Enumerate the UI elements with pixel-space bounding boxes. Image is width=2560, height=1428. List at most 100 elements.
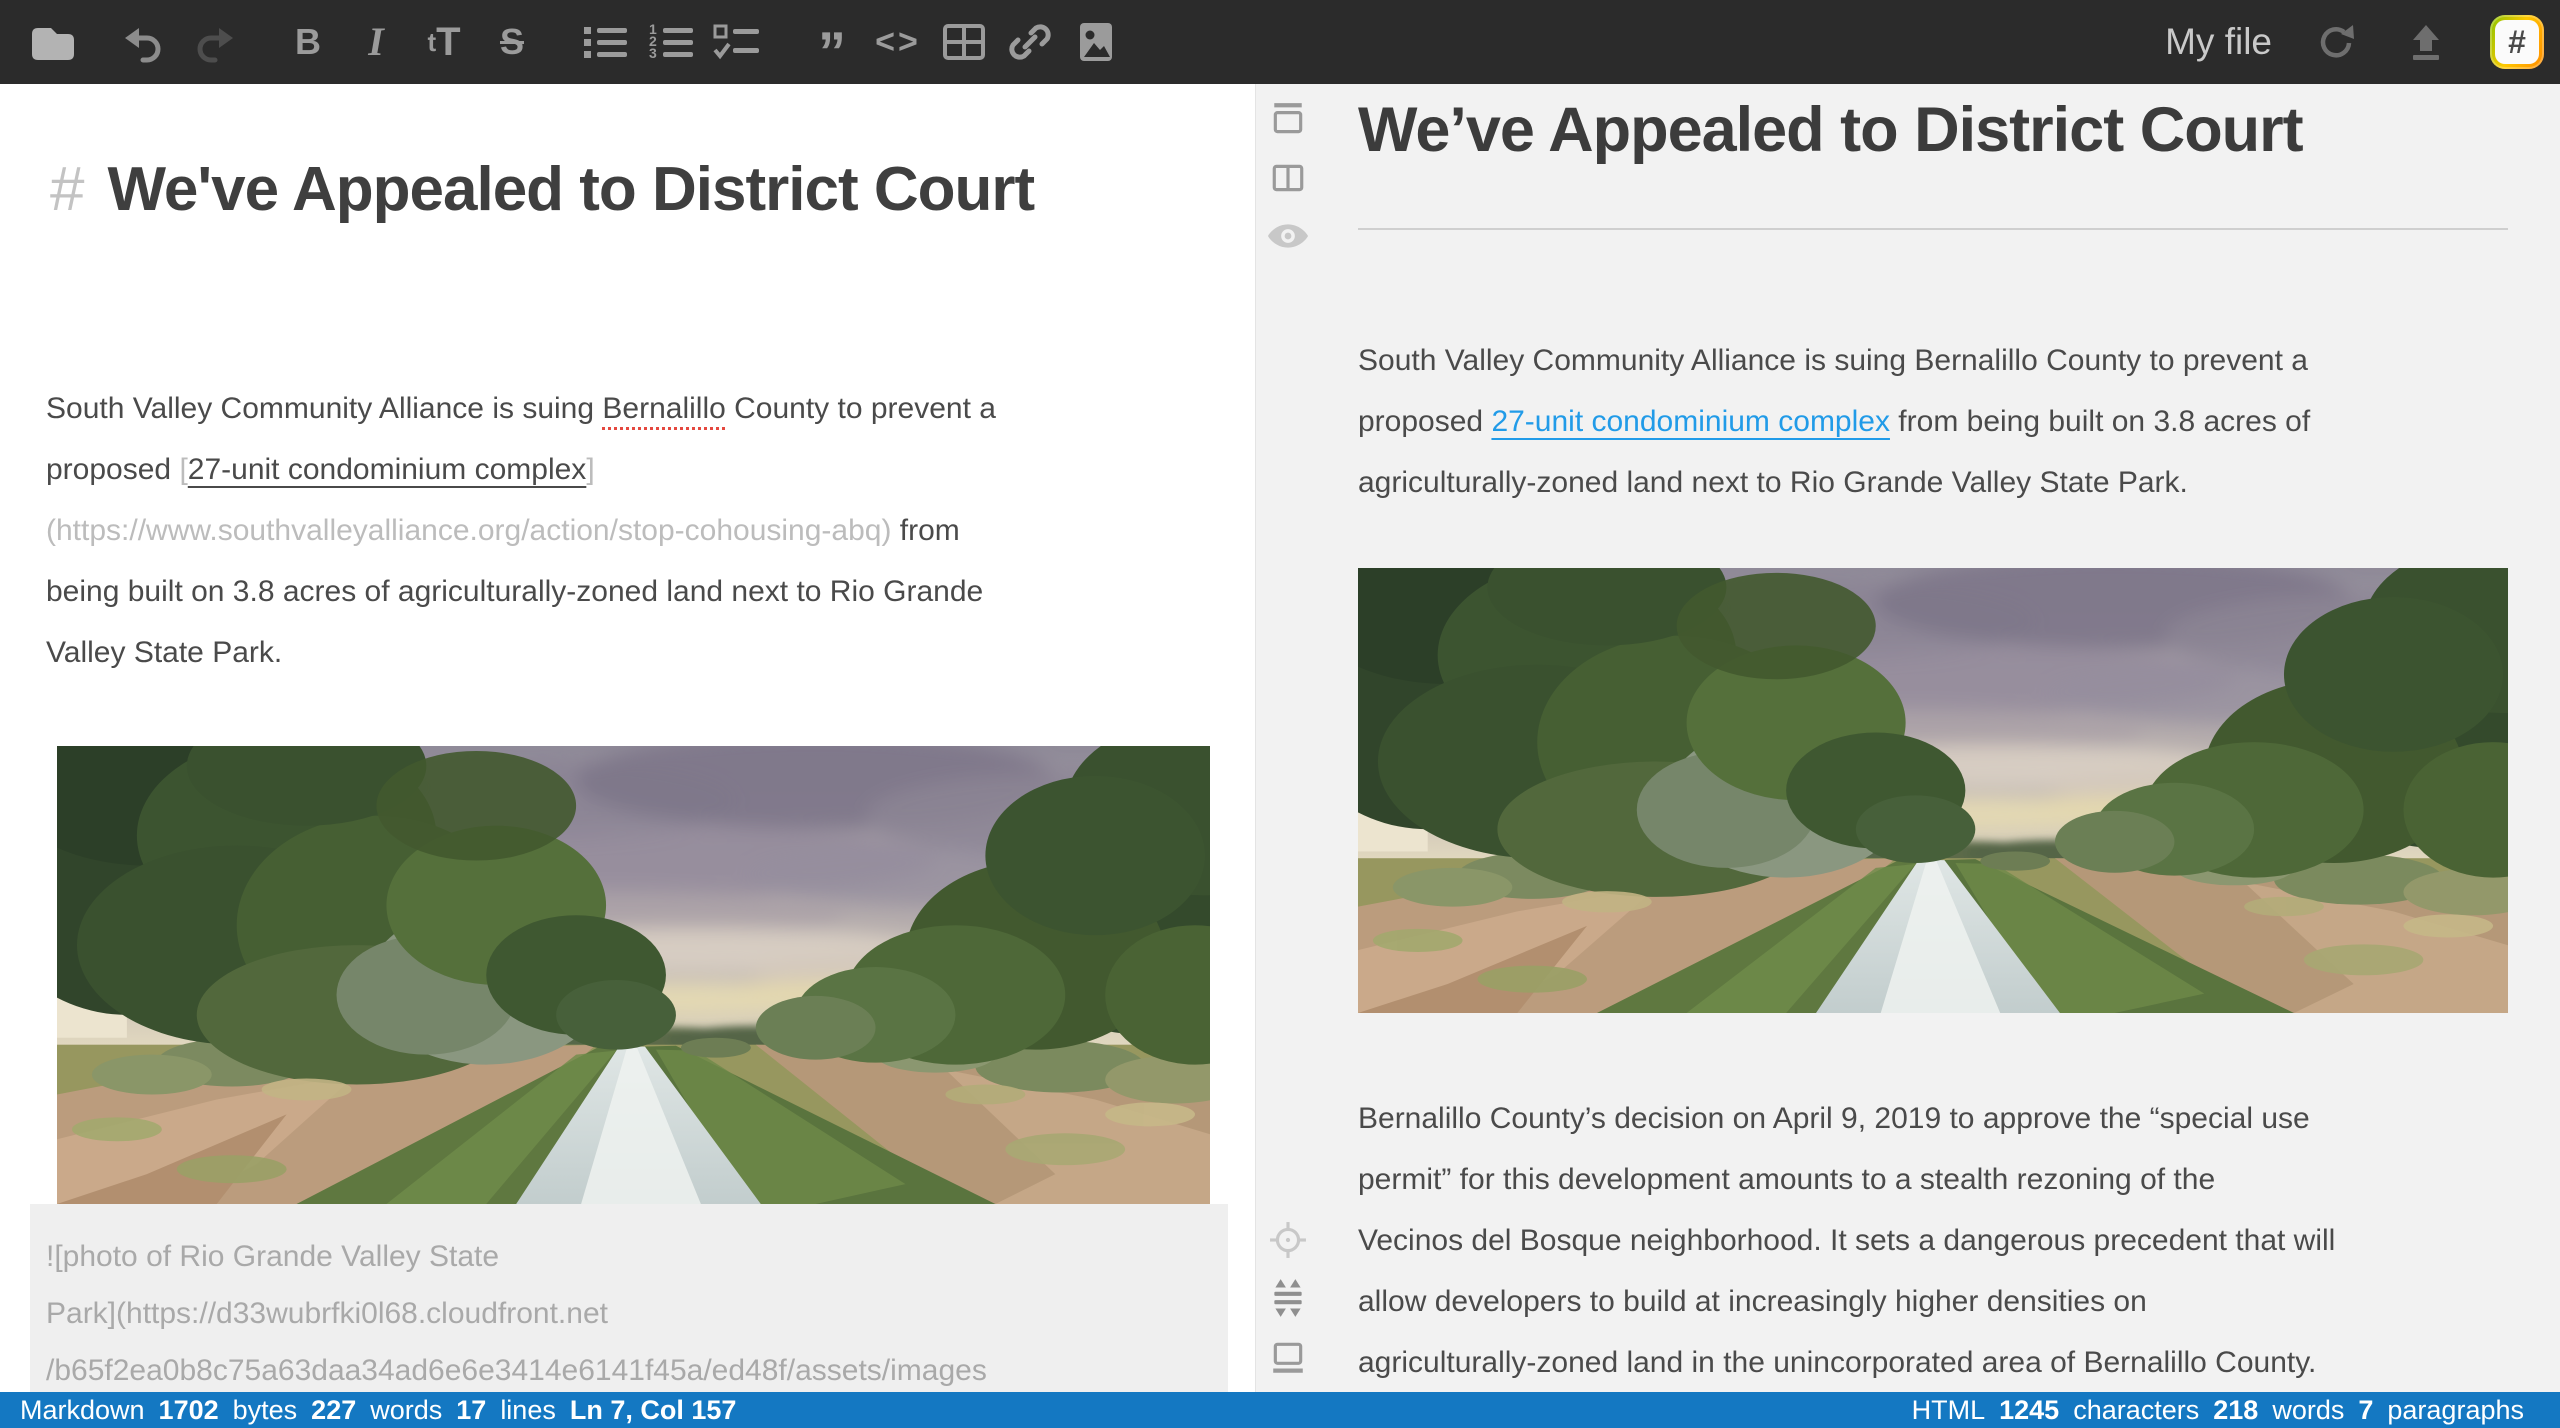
text-line: South Valley Community Alliance is suing… [1358,330,2310,391]
editor-toolbar: B I tT S 1 2 3 [0,0,2560,84]
text-line: proposed 27-unit condominium complex fro… [1358,391,2310,452]
text-segment: Bernalillo [602,392,725,425]
status-item: lines [500,1395,556,1426]
text-line: Valley State Park. [46,622,996,683]
table-button[interactable] [938,10,990,74]
sync-icon [2313,19,2359,65]
text-segment: (https://www.southvalleyalliance.org/act… [46,514,891,547]
navigation-bar-toggle-button[interactable] [1266,98,1310,142]
strikethrough-button[interactable]: S [486,10,538,74]
preview-visibility-button[interactable] [1266,214,1310,258]
code-icon: <> [875,25,921,59]
heading-icon: T [436,22,460,62]
editor-image-markdown-highlight: ![photo of Rio Grande Valley StatePark](… [30,1204,1228,1392]
markdown-stats: Markdown1702bytes227words17linesLn 7, Co… [0,1395,1255,1426]
editor-heading: #We've Appealed to District Court [50,148,1034,232]
text-segment: South Valley Community Alliance is suing [46,392,602,425]
status-item: words [370,1395,442,1426]
status-item: paragraphs [2387,1395,2524,1426]
publish-button[interactable] [2400,10,2452,74]
checklist-button[interactable] [712,10,764,74]
focus-sync-button[interactable] [1266,1218,1310,1262]
status-bar-toggle-icon [1269,1340,1307,1376]
status-item: HTML [1912,1395,1986,1426]
code-button[interactable]: <> [872,10,924,74]
scroll-sync-button[interactable] [1266,1276,1310,1320]
eye-icon [1268,221,1308,251]
heading-icon: t [427,29,436,55]
text-segment: proposed [1358,405,1491,438]
blockquote-icon: ” [818,41,846,63]
image-button[interactable] [1070,10,1122,74]
italic-button[interactable]: I [350,10,402,74]
text-line: being built on 3.8 acres of agricultural… [46,561,996,622]
text-line: (https://www.southvalleyalliance.org/act… [46,500,996,561]
preview-paragraph-2: Bernalillo County’s decision on April 9,… [1358,1088,2335,1392]
status-item: bytes [233,1395,298,1426]
strikethrough-icon: S [500,24,524,60]
undo-button[interactable] [118,10,170,74]
stackedit-logo-hash: # [2495,20,2539,64]
status-bar: Markdown1702bytes227words17linesLn 7, Co… [0,1392,2560,1428]
text-line: ![photo of Rio Grande Valley State [46,1228,1228,1285]
editor-paragraph: South Valley Community Alliance is suing… [46,378,996,683]
text-line: permit” for this development amounts to … [1358,1149,2335,1210]
text-line: agriculturally-zoned land in the unincor… [1358,1332,2335,1392]
link-button[interactable] [1004,10,1056,74]
folder-icon [26,18,74,66]
text-segment: agriculturally-zoned land next to Rio Gr… [1358,466,2188,499]
bold-button[interactable]: B [282,10,334,74]
status-item: Ln 7, Col 157 [570,1395,737,1426]
redo-button[interactable] [188,10,240,74]
text-segment: proposed [46,453,179,486]
scroll-sync-icon [1270,1277,1306,1319]
status-item: 17 [456,1395,486,1426]
italic-icon: I [368,22,384,62]
status-item: words [2272,1395,2344,1426]
side-preview-toggle-icon [1269,159,1307,197]
status-item: 1245 [1999,1395,2059,1426]
text-line: agriculturally-zoned land next to Rio Gr… [1358,452,2310,513]
text-line: proposed [27-unit condominium complex] [46,439,996,500]
html-preview-pane: We’ve Appealed to District Court South V… [1255,84,2560,1392]
sync-button[interactable] [2310,10,2362,74]
text-line: /b65f2ea0b8c75a63daa34ad6e6e3414e6141f45… [46,1342,1228,1392]
redo-icon [192,20,236,64]
svg-text:3: 3 [649,45,657,61]
html-stats: HTML1245characters218words7paragraphs [1255,1395,2560,1426]
folder-icon[interactable] [24,10,76,74]
heading-divider [1358,228,2508,230]
status-item: 218 [2213,1395,2258,1426]
text-segment: from [891,514,959,547]
text-segment: 27-unit condominium complex [188,453,587,486]
markdown-editor-pane[interactable]: #We've Appealed to District Court South … [0,84,1255,1392]
editor-inline-image[interactable] [57,746,1210,1204]
text-segment: [ [179,453,187,486]
bold-icon: B [295,24,321,60]
text-line: Vecinos del Bosque neighborhood. It sets… [1358,1210,2335,1271]
stackedit-logo[interactable]: # [2490,15,2544,69]
text-line: South Valley Community Alliance is suing… [46,378,996,439]
link-icon [1006,18,1054,66]
status-item: characters [2073,1395,2199,1426]
text-segment: Valley State Park. [46,636,282,669]
preview-image [1358,568,2508,1013]
blockquote-button[interactable]: ” [806,10,858,74]
text-line: Bernalillo County’s decision on April 9,… [1358,1088,2335,1149]
heading-marker: # [50,155,107,224]
text-segment: South Valley Community Alliance is suing… [1358,344,2308,377]
preview-heading: We’ve Appealed to District Court [1358,86,2303,174]
upload-icon [2404,20,2448,64]
heading-button[interactable]: tT [418,10,470,74]
ordered-list-button[interactable]: 1 2 3 [646,10,698,74]
status-bar-toggle-button[interactable] [1266,1336,1310,1380]
navigation-bar-toggle-icon [1269,101,1307,139]
unordered-list-button[interactable] [580,10,632,74]
preview-link[interactable]: 27-unit condominium complex [1491,405,1890,438]
side-preview-toggle-button[interactable] [1266,156,1310,200]
text-segment: County to prevent a [726,392,996,425]
file-title[interactable]: My file [2165,21,2272,63]
ordered-list-icon: 1 2 3 [646,20,698,64]
status-item: 1702 [159,1395,219,1426]
focus-crosshair-icon [1269,1221,1307,1259]
